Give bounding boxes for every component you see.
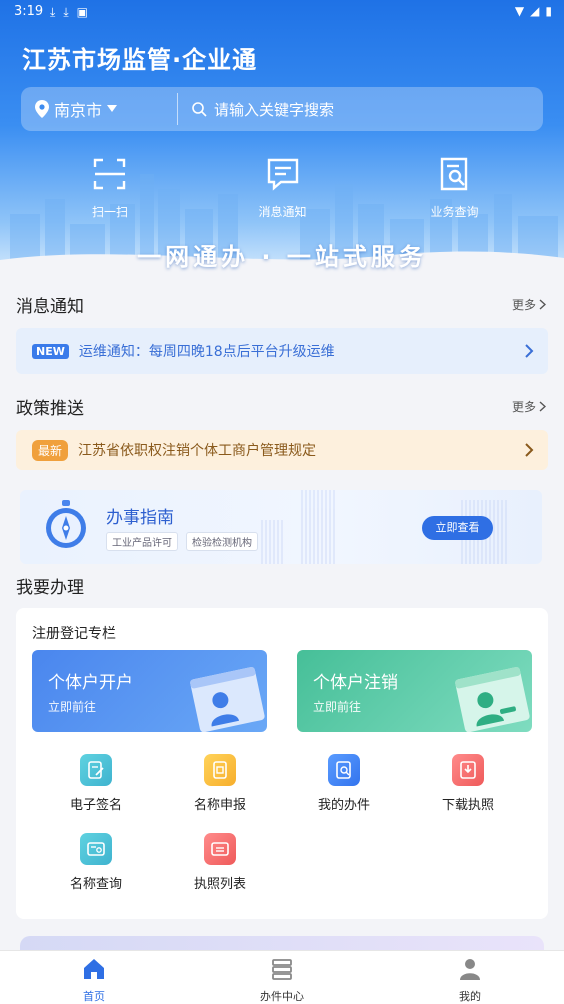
e-signature-icon [80,754,112,786]
profile-card-illustration [455,666,530,732]
slogan: 一网通办 · 一站式服务 [137,243,427,271]
close-business-title: 个体户注销 [313,673,398,693]
open-business-button[interactable]: 个体户开户 立即前往 [32,650,267,732]
quick-action-label: 扫一扫 [91,205,128,219]
case-center-icon [272,959,292,980]
message-icon [267,158,298,191]
more-label: 更多 [511,298,536,312]
policy-more-link[interactable]: 更多 [512,398,546,415]
service-name-declare[interactable]: 名称申报 [170,754,270,813]
search-icon [192,101,207,117]
quick-action-messages[interactable]: 消息通知 [245,156,320,220]
policy-section-title: 政策推送 [16,399,84,419]
my-cases-icon [328,754,360,786]
search-placeholder: 请输入关键字搜索 [214,100,335,119]
compass-icon [46,500,86,548]
home-icon [84,959,104,979]
new-badge: NEW [32,343,69,359]
chevron-right-icon [525,443,534,457]
service-name-query[interactable]: 名称查询 [46,833,146,892]
bottom-nav: 首页 办件中心 我的 [0,950,564,1004]
service-my-cases[interactable]: 我的办件 [294,754,394,813]
user-icon [460,959,480,980]
quick-action-label: 消息通知 [258,205,307,219]
nav-label: 办件中心 [260,990,304,1003]
download-license-icon [452,754,484,786]
business-query-icon [440,157,467,191]
open-business-title: 个体户开户 [48,673,133,693]
open-business-subtitle: 立即前往 [48,700,97,714]
service-label: 下载执照 [441,798,494,813]
guide-tags: 工业产品许可 检验检测机构 [106,532,258,551]
view-now-button[interactable]: 立即查看 [422,516,493,540]
city-selector[interactable]: 南京市 [21,97,177,121]
service-label: 电子签名 [69,798,122,813]
download-notification-icon: ⤓ [63,5,69,19]
nav-case-center[interactable]: 办件中心 [237,957,327,1004]
more-label: 更多 [511,400,536,414]
policy-item[interactable]: 最新 江苏省依职权注销个体工商户管理规定 [16,430,548,470]
nav-label: 首页 [83,990,105,1003]
service-e-signature[interactable]: 电子签名 [46,754,146,813]
profile-card-illustration [190,666,265,732]
service-license-list[interactable]: 执照列表 [170,833,270,892]
name-declare-icon [204,754,236,786]
chevron-right-icon [525,344,534,358]
wifi-icon: ▼ [514,4,525,18]
status-time: 3:19 [14,4,44,19]
registration-card: 注册登记专栏 个体户开户 立即前往 个体户注销 立即前往 电子签名 名称申报 我… [16,608,548,919]
scan-icon [93,158,126,190]
download-notification-icon: ⤓ [50,5,56,19]
system-icons: ▼ ◢ ▮ [515,4,552,18]
app-title: 江苏市场监管·企业通 [22,46,258,74]
close-business-button[interactable]: 个体户注销 立即前往 [297,650,532,732]
signal-icon: ◢ [530,4,540,18]
name-query-icon [80,833,112,865]
registration-title: 注册登记专栏 [32,626,116,642]
chevron-right-icon [539,299,546,310]
quick-action-label: 业务查询 [430,205,479,219]
service-label: 名称查询 [69,877,122,892]
service-label: 执照列表 [193,877,246,892]
city-name: 南京市 [54,101,103,120]
chevron-right-icon [539,401,546,412]
notice-item[interactable]: NEW 运维通知：每周四晚18点后平台升级运维 [16,328,548,374]
battery-icon: ▮ [545,4,552,18]
latest-badge: 最新 [32,439,69,461]
quick-action-business-query[interactable]: 业务查询 [417,156,492,220]
license-list-icon [204,833,236,865]
search-input[interactable]: 请输入关键字搜索 [178,99,334,120]
notice-section-title: 消息通知 [16,297,84,317]
guide-title: 办事指南 [106,508,174,528]
location-pin-icon [35,100,49,118]
guide-tag: 检验检测机构 [186,532,258,551]
caret-down-icon [107,105,118,112]
app-notification-icon: ▣ [76,5,88,19]
policy-text: 江苏省依职权注销个体工商户管理规定 [78,443,317,459]
quick-action-scan[interactable]: 扫一扫 [75,156,145,220]
nav-home[interactable]: 首页 [49,957,139,1004]
service-label: 名称申报 [193,798,246,813]
guide-tag: 工业产品许可 [106,532,178,551]
search-bar: 南京市 请输入关键字搜索 [21,87,543,131]
notice-text: 运维通知：每周四晚18点后平台升级运维 [78,344,335,360]
status-bar: 3:19 ⤓ ⤓ ▣ ▼ ◢ ▮ [0,0,564,26]
service-label: 我的办件 [317,798,370,813]
close-business-subtitle: 立即前往 [313,700,362,714]
notice-more-link[interactable]: 更多 [512,296,546,313]
guide-banner[interactable]: 办事指南 工业产品许可 检验检测机构 立即查看 [20,490,542,564]
stripes-decoration [261,490,507,564]
notification-icons: ⤓ ⤓ ▣ [50,5,88,20]
nav-mine[interactable]: 我的 [425,957,515,1004]
nav-label: 我的 [459,990,481,1003]
todo-section-title: 我要办理 [16,578,84,598]
service-download-license[interactable]: 下载执照 [418,754,518,813]
